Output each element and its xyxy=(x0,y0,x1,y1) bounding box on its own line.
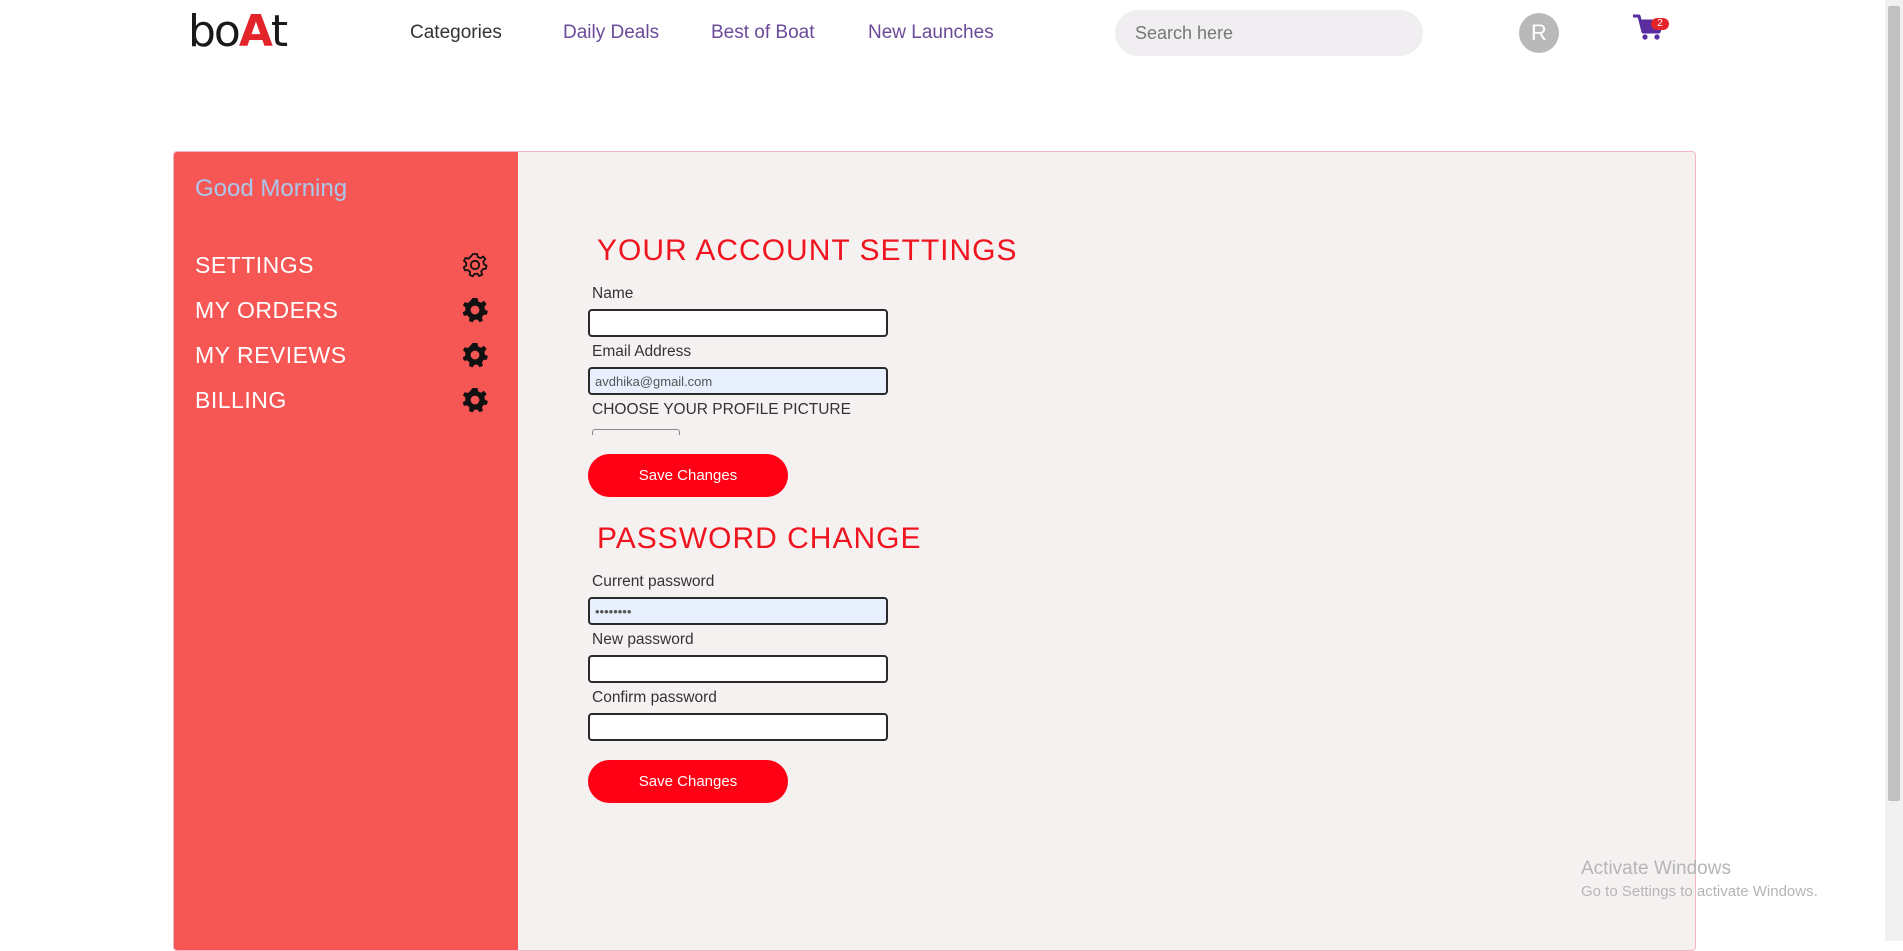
search-input[interactable] xyxy=(1115,10,1423,56)
sidebar-item-my-reviews[interactable]: MY REVIEWS xyxy=(195,338,495,372)
nav-daily-deals-link[interactable]: Daily Deals xyxy=(563,22,659,44)
page-scrollbar-thumb[interactable] xyxy=(1888,6,1900,801)
greeting-text: Good Morning xyxy=(195,175,348,202)
cart-count-badge: 2 xyxy=(1651,18,1669,30)
save-password-button[interactable]: Save Changes xyxy=(588,760,788,803)
account-panel: Good Morning SETTINGS MY ORDERS MY REVIE… xyxy=(173,151,1696,951)
watermark-title: Activate Windows xyxy=(1581,858,1731,879)
save-account-button[interactable]: Save Changes xyxy=(588,454,788,497)
name-label: Name xyxy=(592,285,634,302)
activate-windows-watermark: Activate Windows Go to Settings to activ… xyxy=(1581,858,1818,900)
cart-button[interactable]: 2 xyxy=(1631,12,1671,46)
new-password-field[interactable] xyxy=(588,655,888,683)
boat-logo[interactable]: boAt xyxy=(188,10,288,54)
sidebar-item-label: MY REVIEWS xyxy=(195,342,347,368)
account-settings-title: YOUR ACCOUNT SETTINGS xyxy=(597,234,1018,267)
sidebar-item-label: MY ORDERS xyxy=(195,297,339,323)
gear-icon xyxy=(462,298,488,323)
confirm-password-field[interactable] xyxy=(588,713,888,741)
name-field[interactable] xyxy=(588,309,888,337)
user-avatar[interactable]: R xyxy=(1519,13,1559,53)
confirm-password-label: Confirm password xyxy=(592,689,717,706)
nav-best-of-boat-link[interactable]: Best of Boat xyxy=(711,22,815,44)
profile-picture-file-input[interactable] xyxy=(592,429,680,435)
email-label: Email Address xyxy=(592,343,692,360)
profile-picture-label: CHOOSE YOUR PROFILE PICTURE xyxy=(592,401,851,418)
sidebar-item-settings[interactable]: SETTINGS xyxy=(195,248,495,282)
new-password-label: New password xyxy=(592,631,694,648)
gear-outline-icon xyxy=(462,253,488,278)
sidebar-item-my-orders[interactable]: MY ORDERS xyxy=(195,293,495,327)
email-field[interactable] xyxy=(588,367,888,395)
sidebar-item-billing[interactable]: BILLING xyxy=(195,383,495,417)
current-password-label: Current password xyxy=(592,573,715,590)
watermark-subtitle: Go to Settings to activate Windows. xyxy=(1581,883,1818,900)
sidebar-item-label: BILLING xyxy=(195,387,287,413)
password-change-title: PASSWORD CHANGE xyxy=(597,522,922,555)
settings-content: YOUR ACCOUNT SETTINGS Name Email Address… xyxy=(518,152,1695,950)
account-sidebar: Good Morning SETTINGS MY ORDERS MY REVIE… xyxy=(174,152,518,950)
top-navbar: boAt Categories Daily Deals Best of Boat… xyxy=(0,0,1885,66)
nav-categories-link[interactable]: Categories xyxy=(410,22,502,44)
current-password-field[interactable] xyxy=(588,597,888,625)
gear-icon xyxy=(462,388,488,413)
sidebar-item-label: SETTINGS xyxy=(195,252,315,278)
gear-icon xyxy=(462,343,488,368)
nav-new-launches-link[interactable]: New Launches xyxy=(868,22,994,44)
